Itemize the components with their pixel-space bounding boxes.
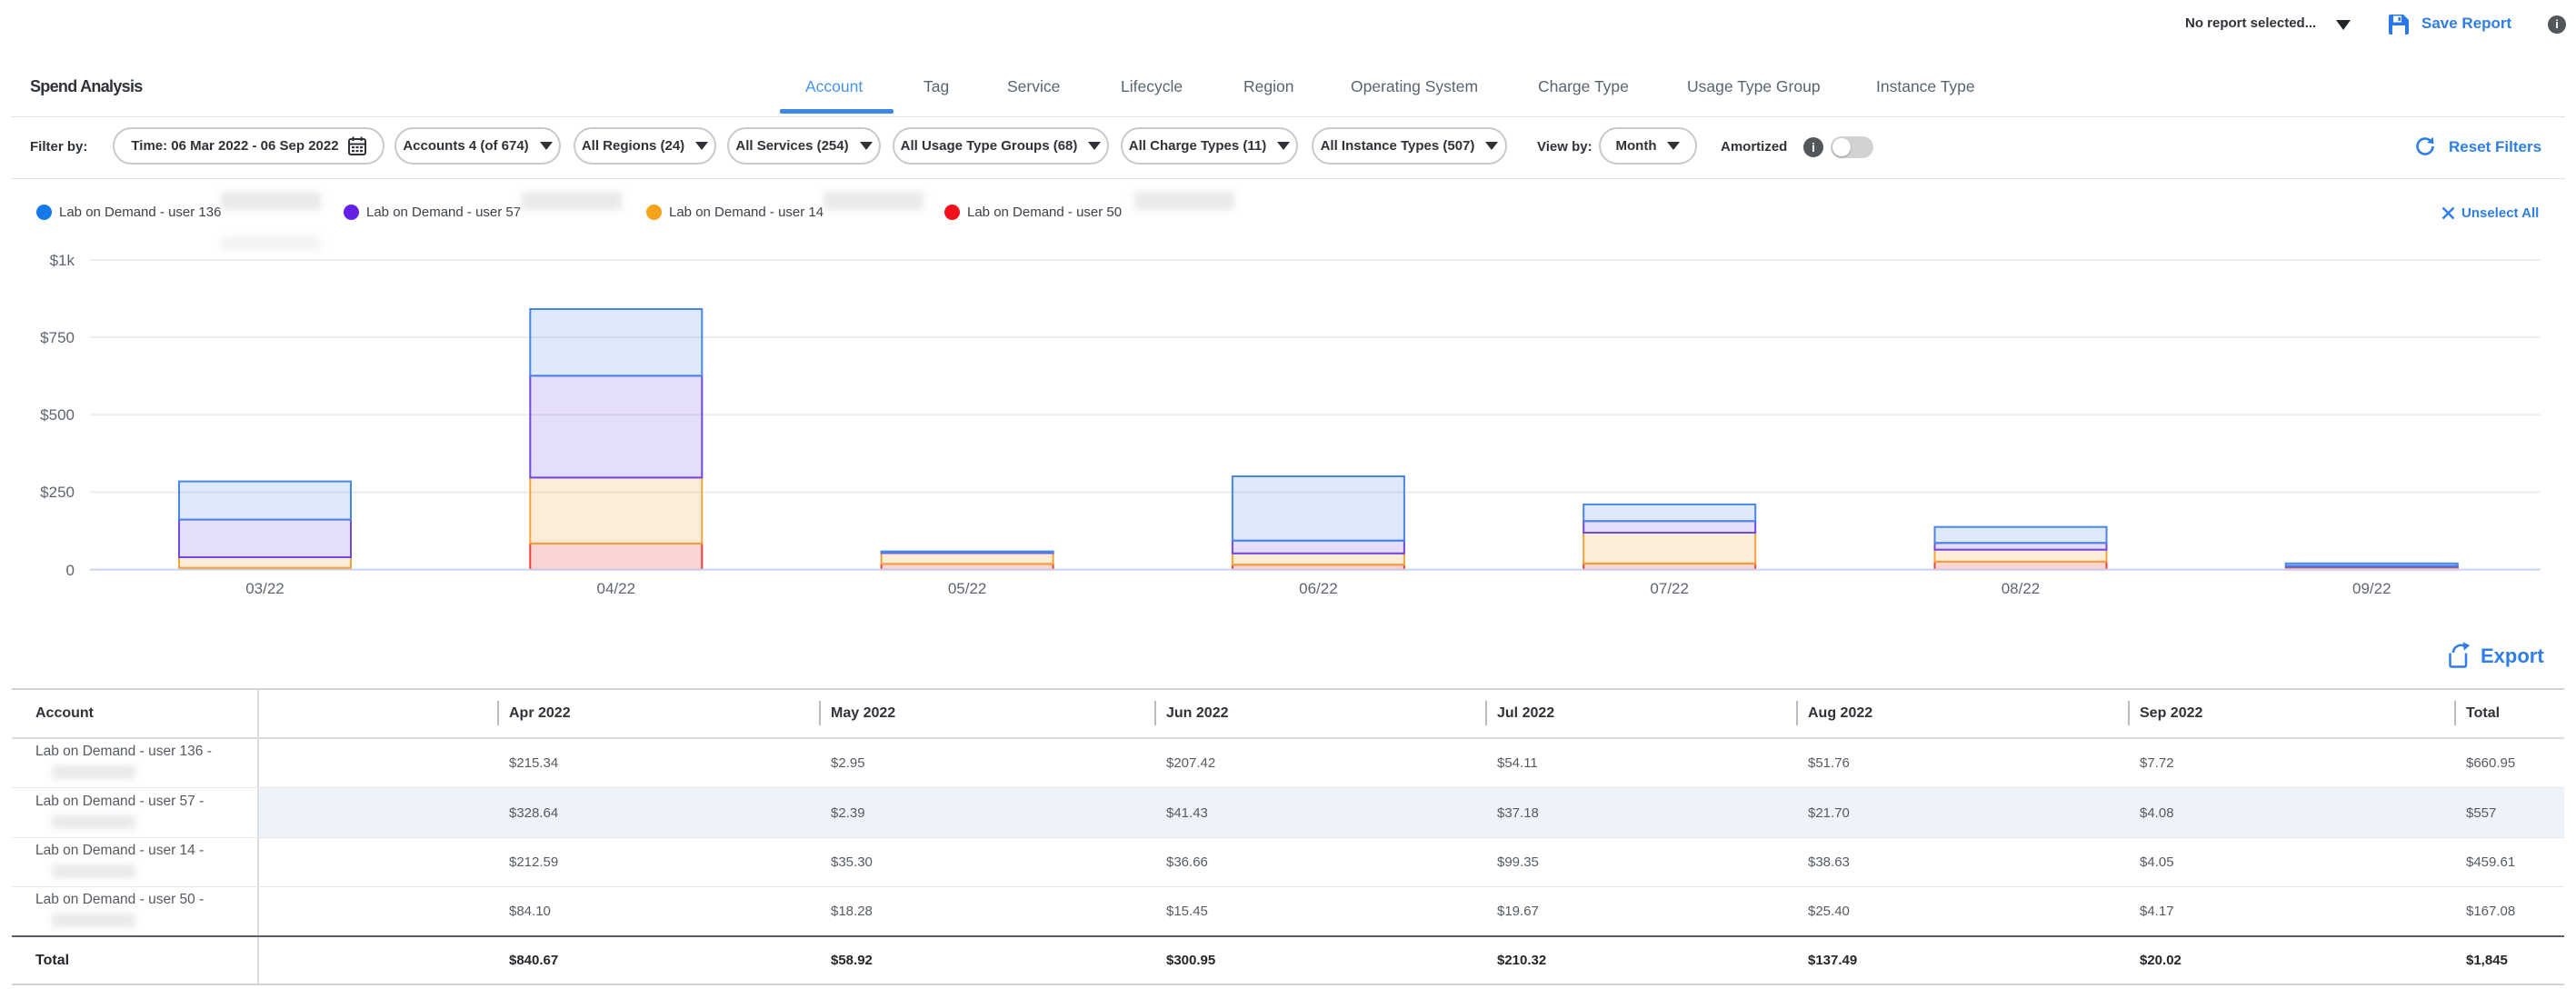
svg-text:0: 0 bbox=[66, 562, 75, 579]
svg-text:03/22: 03/22 bbox=[245, 580, 285, 597]
svg-text:08/22: 08/22 bbox=[2002, 580, 2041, 597]
svg-text:$1k: $1k bbox=[50, 252, 75, 269]
svg-text:$250: $250 bbox=[40, 484, 75, 501]
svg-text:05/22: 05/22 bbox=[948, 580, 987, 597]
svg-text:07/22: 07/22 bbox=[1650, 580, 1689, 597]
svg-text:04/22: 04/22 bbox=[597, 580, 636, 597]
svg-text:09/22: 09/22 bbox=[2352, 580, 2391, 597]
svg-text:$500: $500 bbox=[40, 406, 75, 424]
svg-text:06/22: 06/22 bbox=[1299, 580, 1338, 597]
svg-text:$750: $750 bbox=[40, 329, 75, 346]
